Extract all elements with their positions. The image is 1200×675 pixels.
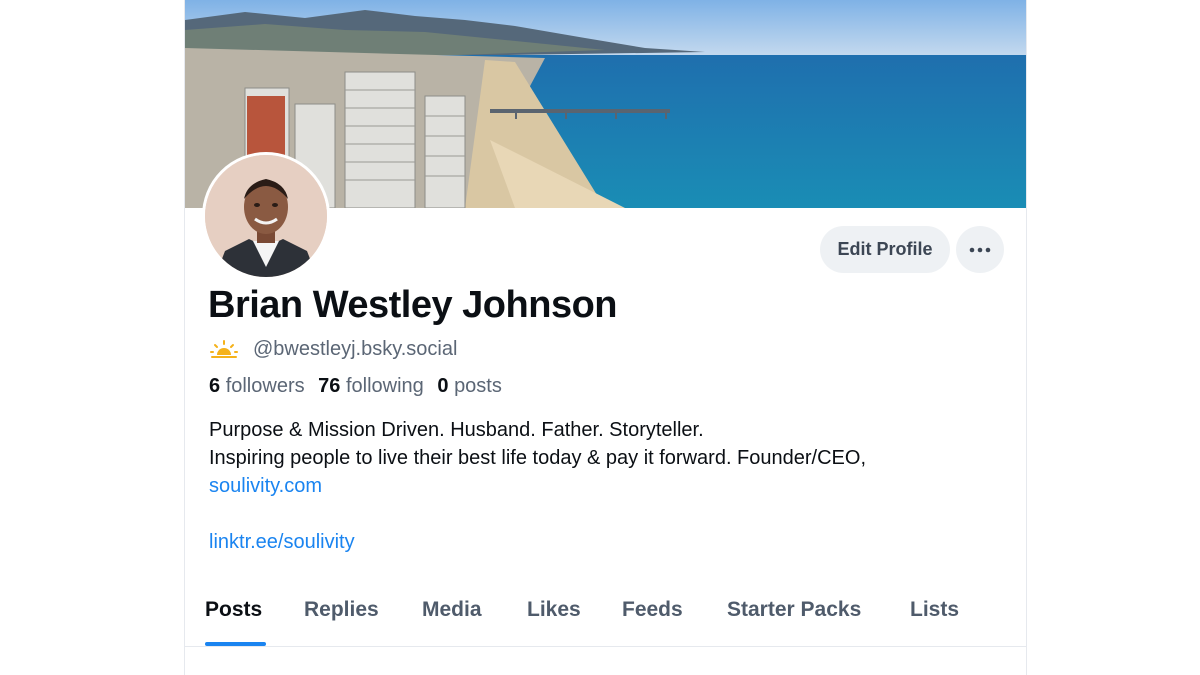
profile-tabs: Posts Replies Media Likes Feeds Starter … [185, 586, 1026, 647]
sunrise-icon [210, 340, 238, 358]
profile-stats: 6 followers 76 following 0 posts [209, 375, 502, 398]
tab-likes[interactable]: Likes [527, 598, 581, 622]
bio-line: Purpose & Mission Driven. Husband. Fathe… [209, 419, 704, 441]
tab-starter-packs[interactable]: Starter Packs [727, 598, 861, 622]
posts-label: posts [454, 375, 502, 397]
posts-stat: 0 posts [437, 375, 502, 397]
following-link[interactable]: 76 following [318, 375, 424, 397]
following-count: 76 [318, 375, 341, 397]
bio-link-linktree[interactable]: linktr.ee/soulivity [209, 531, 355, 553]
bio-line: Inspiring people to live their best life… [209, 447, 867, 469]
followers-label: followers [225, 375, 305, 397]
tab-lists[interactable]: Lists [910, 598, 959, 622]
following-label: following [345, 375, 424, 397]
tab-feeds[interactable]: Feeds [622, 598, 683, 622]
handle-row: @bwestleyj.bsky.social [209, 337, 457, 361]
posts-count: 0 [437, 375, 449, 397]
followers-link[interactable]: 6 followers [209, 375, 305, 397]
tab-replies[interactable]: Replies [304, 598, 379, 622]
ellipsis-icon [969, 247, 991, 252]
tab-media[interactable]: Media [422, 598, 482, 622]
edit-profile-button[interactable]: Edit Profile [820, 226, 950, 273]
profile-bio: Purpose & Mission Driven. Husband. Fathe… [209, 416, 1009, 556]
profile-display-name: Brian Westley Johnson [208, 284, 618, 326]
profile-avatar[interactable] [202, 152, 330, 280]
tab-posts[interactable]: Posts [205, 598, 262, 622]
more-options-button[interactable] [956, 226, 1004, 273]
followers-count: 6 [209, 375, 221, 397]
active-tab-indicator [205, 642, 266, 646]
bio-link-soulivity[interactable]: soulivity.com [209, 475, 322, 497]
profile-handle: @bwestleyj.bsky.social [253, 337, 458, 360]
profile-column: Edit Profile Brian Westley Johnson @bwes… [184, 0, 1027, 675]
